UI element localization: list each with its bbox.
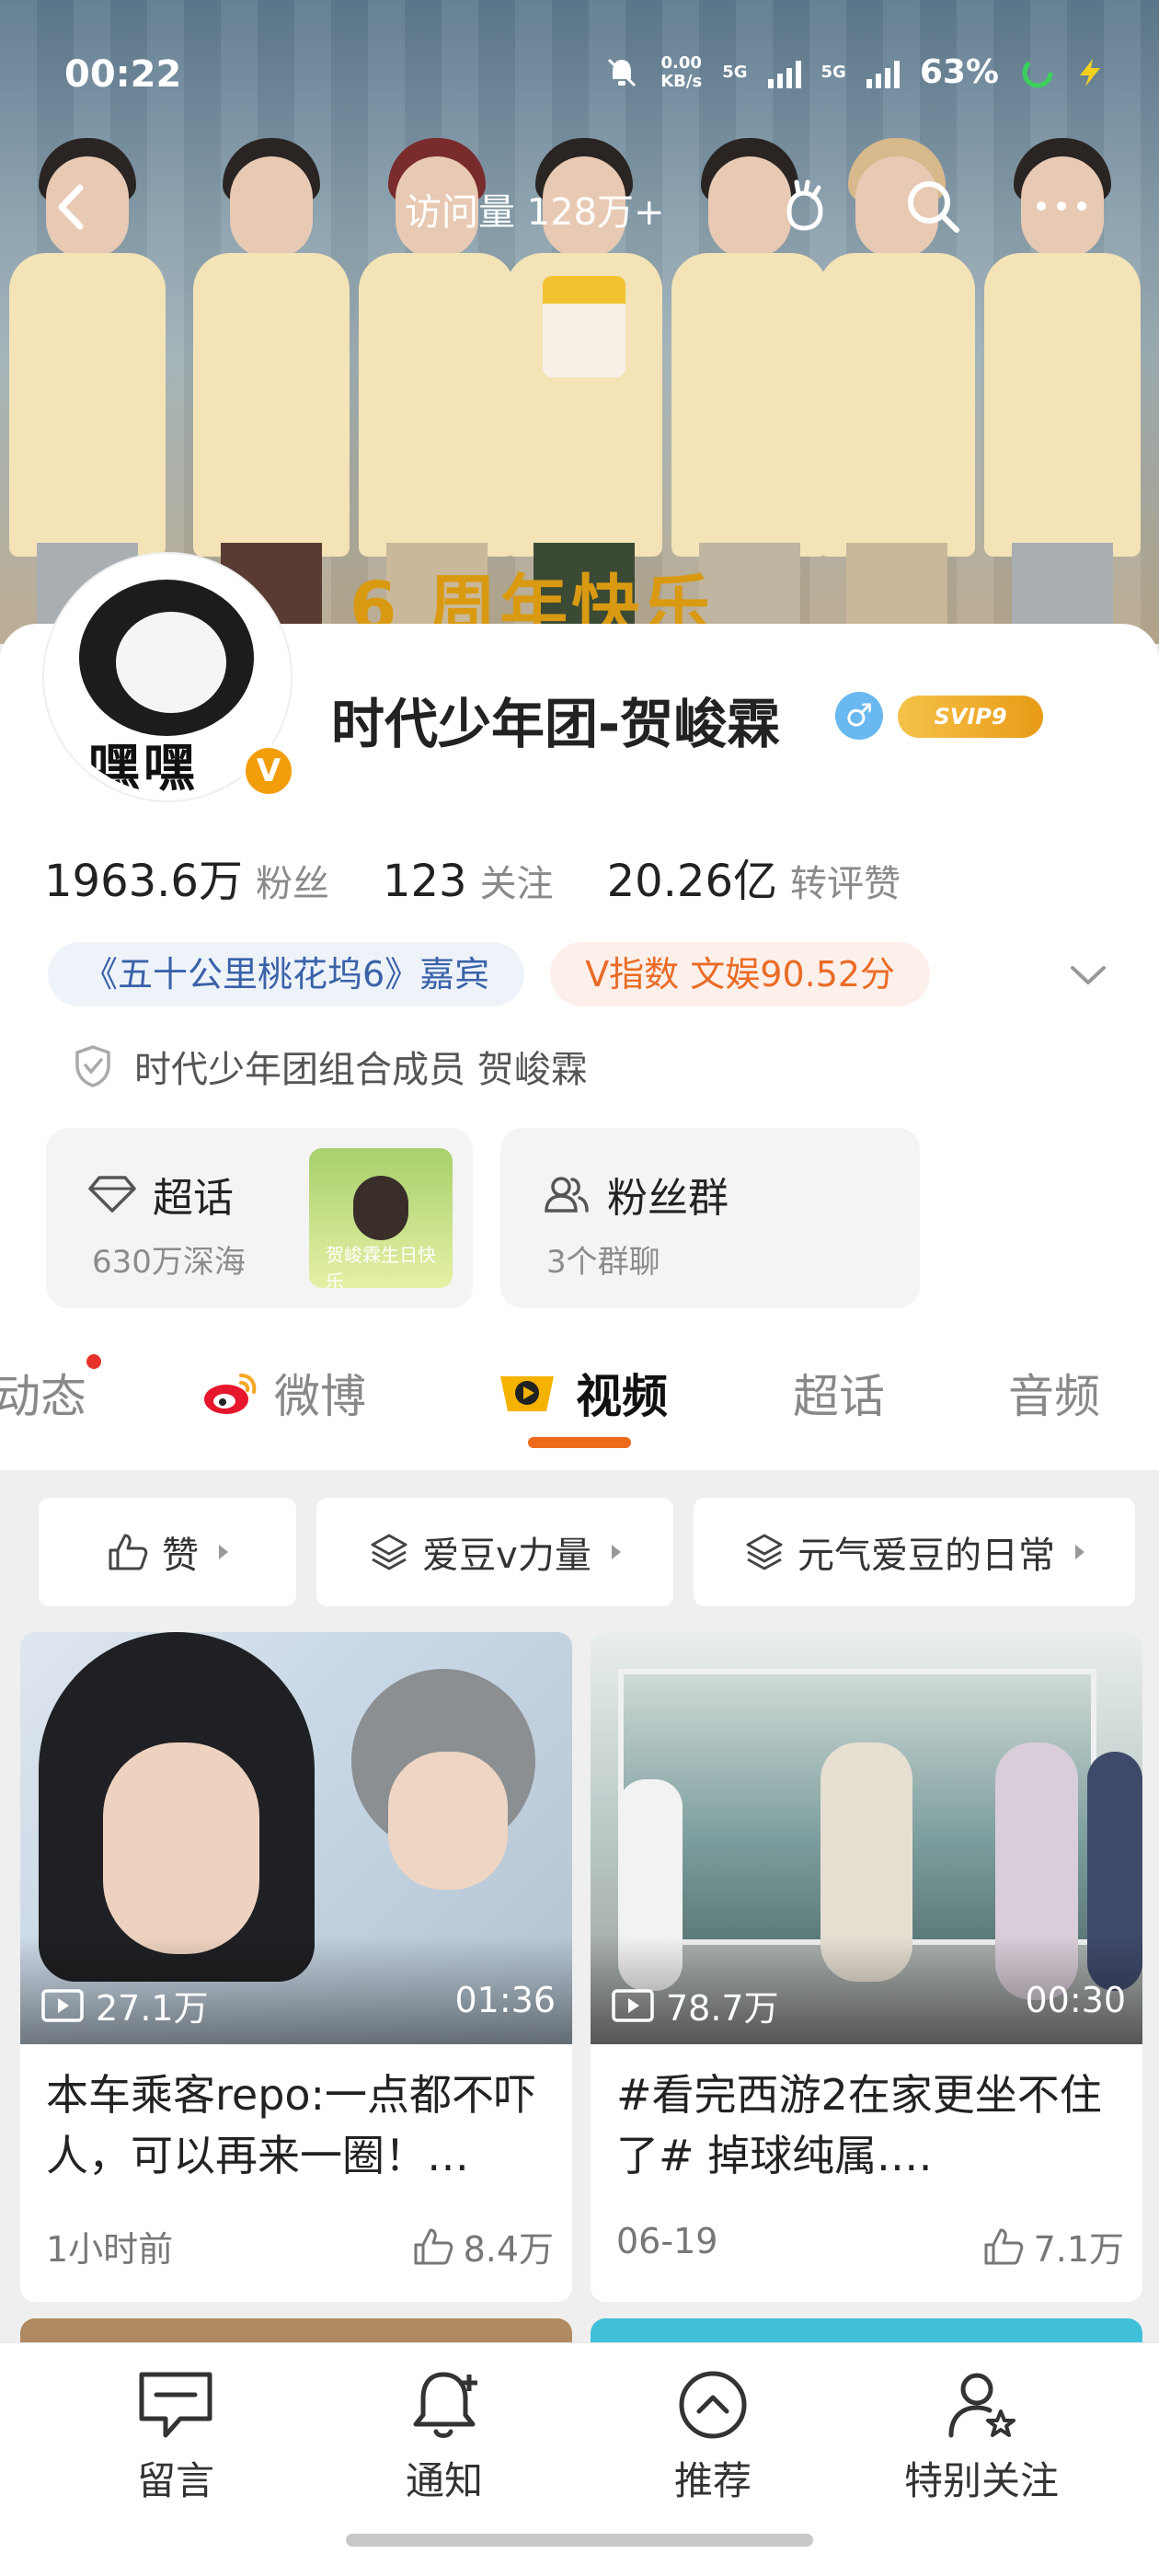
profile-tabs: 动态 微博 视频 超话 音频 [0, 1325, 1159, 1463]
special-follow-icon [948, 2373, 1016, 2438]
following-label[interactable]: 关注 [480, 854, 554, 907]
video-time: 06-19 [616, 2221, 718, 2261]
back-arrow-icon[interactable] [41, 175, 106, 239]
video-footer: 06-19 7.1万 [616, 2221, 1124, 2271]
tab-supertopic[interactable]: 超话 [793, 1360, 885, 1426]
video-views: 78.7万 [611, 1980, 779, 2030]
video-time: 1小时前 [46, 2229, 174, 2270]
engagement-count: 20.26亿 [606, 856, 778, 907]
nav-special-follow[interactable]: 特别关注 [866, 2367, 1096, 2506]
following-count[interactable]: 123 [383, 856, 467, 907]
fan-group-tile[interactable]: 粉丝群 3个群聊 [500, 1128, 920, 1308]
group-icon [545, 1177, 589, 1213]
home-indicator[interactable] [346, 2534, 813, 2547]
weibo-logo-icon [204, 1374, 257, 1414]
filter-idol-daily[interactable]: 元气爱豆的日常 [694, 1498, 1135, 1606]
layers-icon [746, 1534, 783, 1570]
supertopic-subtitle: 630万深海 [92, 1244, 246, 1281]
status-icons: 0.00 KB/s 5G 5G 63% [603, 53, 1104, 91]
feature-tiles: 超话 630万深海 贺峻霖生日快乐 粉丝群 3个群聊 [46, 1128, 920, 1308]
video-footer: 1小时前 8.4万 [46, 2221, 554, 2271]
nav-notify[interactable]: 通知 [329, 2367, 559, 2506]
active-tab-indicator [528, 1437, 631, 1448]
battery-level: 63% [919, 53, 999, 91]
video-card[interactable]: 78.7万 00:30 #看完西游2在家更坐不住了# 掉球纯属.… 06-19 … [591, 1632, 1142, 2302]
caret-right-icon [611, 1545, 621, 1559]
video-card[interactable]: 27.1万 01:36 本车乘客repo:一点都不吓人，可以再来一圈！… 1小时… [20, 1632, 572, 2302]
filter-row: 赞 爱豆v力量 元气爱豆的日常 [39, 1498, 1135, 1606]
nav-message[interactable]: 留言 [61, 2367, 291, 2506]
weibo-profile-page: 6 周年快乐 00:22 0.00 KB/s 5G 5G 63% 访问量 128万… [0, 0, 1159, 2576]
status-time: 00:22 [64, 53, 182, 96]
followers-label[interactable]: 粉丝 [256, 854, 329, 907]
search-icon[interactable] [900, 173, 966, 239]
status-bar: 00:22 0.00 KB/s 5G 5G 63% [0, 0, 1159, 147]
video-views: 27.1万 [40, 1980, 209, 2030]
layers-icon [371, 1534, 407, 1570]
diamond-icon [88, 1176, 136, 1213]
caret-right-icon [1075, 1545, 1084, 1559]
verification-row: 时代少年团组合成员 贺峻霖 [72, 1040, 588, 1093]
battery-ring-icon [1022, 57, 1053, 87]
guest-chip[interactable]: 《五十公里桃花坞6》嘉宾 [48, 942, 525, 1006]
shield-check-icon [75, 1045, 110, 1087]
net-type-1: 5G [722, 62, 748, 82]
top-nav: 访问量 128万+ [0, 166, 1159, 248]
unread-dot [86, 1354, 101, 1369]
banner-cake [543, 276, 625, 377]
profile-name: 时代少年团-贺峻霖 [331, 693, 781, 755]
chevron-down-icon[interactable] [1065, 957, 1111, 994]
video-title[interactable]: 本车乘客repo:一点都不吓人，可以再来一圈！… [46, 2064, 554, 2186]
tab-weibo[interactable]: 微博 [201, 1360, 366, 1426]
tab-video[interactable]: 视频 [493, 1360, 668, 1426]
signal-icon [767, 57, 801, 88]
verification-text: 时代少年团组合成员 贺峻霖 [134, 1049, 588, 1091]
video-likes[interactable]: 7.1万 [982, 2221, 1124, 2271]
verified-v-badge: V [241, 743, 296, 799]
bell-plus-icon [413, 2372, 477, 2438]
signal-icon [866, 57, 900, 88]
video-duration: 00:30 [1025, 1980, 1126, 2020]
message-icon [139, 2372, 212, 2438]
charging-icon [1080, 58, 1100, 86]
recommend-icon [679, 2371, 747, 2439]
more-icon[interactable] [1028, 173, 1095, 239]
v-index-chip[interactable]: V指数 文娱90.52分 [550, 942, 931, 1006]
filter-likes[interactable]: 赞 [39, 1498, 296, 1606]
visit-count: 访问量 128万+ [405, 191, 665, 234]
supertopic-thumbnail: 贺峻霖生日快乐 [309, 1148, 453, 1288]
net-speed: 0.00 KB/s [660, 52, 703, 91]
video-tab-icon [500, 1376, 554, 1411]
filter-idol-power[interactable]: 爱豆v力量 [316, 1498, 673, 1606]
tab-dynamics[interactable]: 动态 [0, 1354, 101, 1426]
male-gender-icon: ♂ [835, 692, 883, 740]
fan-group-subtitle: 3个群聊 [546, 1244, 660, 1281]
thumbs-up-icon [109, 1534, 148, 1570]
followers-count[interactable]: 1963.6万 [44, 845, 243, 909]
engagement-label: 转评赞 [790, 863, 901, 905]
video-likes[interactable]: 8.4万 [412, 2221, 554, 2271]
net-type-2: 5G [820, 62, 846, 82]
profile-chips: 《五十公里桃花坞6》嘉宾 V指数 文娱90.52分 [48, 942, 931, 1006]
nav-recommend[interactable]: 推荐 [598, 2367, 828, 2506]
tab-audio[interactable]: 音频 [1008, 1360, 1100, 1426]
supertopic-tile[interactable]: 超话 630万深海 贺峻霖生日快乐 [46, 1128, 473, 1308]
video-duration: 01:36 [454, 1980, 556, 2020]
supertopic-title: 超话 [153, 1175, 234, 1222]
thumbs-up-icon [414, 2228, 453, 2264]
caret-right-icon [219, 1545, 228, 1559]
play-icon [41, 1988, 84, 2022]
video-title[interactable]: #看完西游2在家更坐不住了# 掉球纯属.… [616, 2064, 1124, 2186]
interact-hand-icon[interactable] [771, 173, 837, 239]
mute-bell-icon [608, 58, 637, 86]
svip-badge[interactable]: SVIP9 [898, 696, 1043, 738]
profile-stats: 1963.6万 粉丝 123 关注 20.26亿 转评赞 [44, 845, 954, 909]
fan-group-title: 粉丝群 [607, 1175, 729, 1222]
play-icon [612, 1988, 654, 2022]
thumbs-up-icon [984, 2228, 1023, 2264]
avatar-caption: 嘿嘿 [88, 739, 199, 799]
